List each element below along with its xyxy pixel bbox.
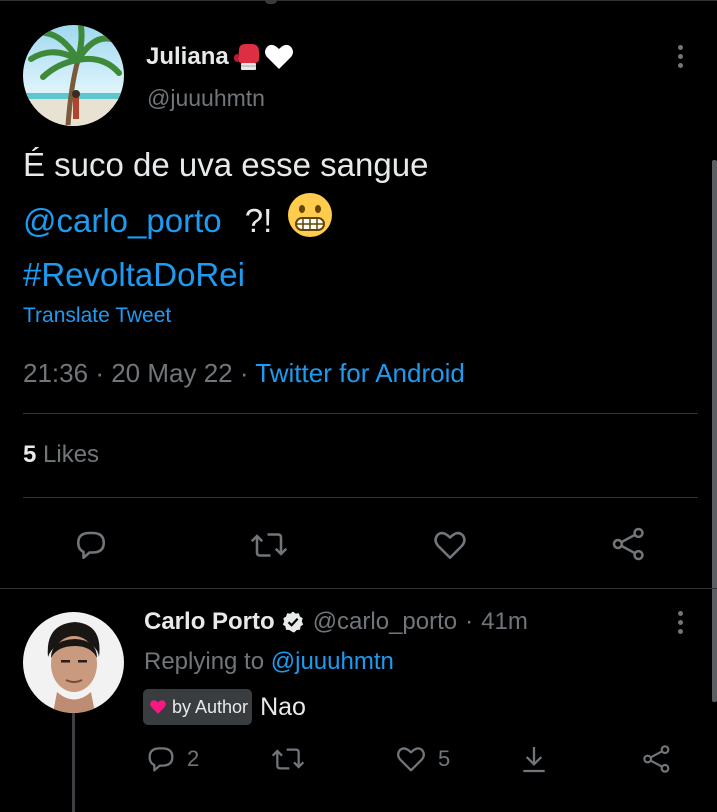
reply-author-name: Carlo Porto (144, 608, 275, 635)
verified-badge-icon (282, 611, 303, 633)
tweet-punct: ?! (244, 202, 273, 239)
tweet-line-1: É suco de uva esse sangue (23, 146, 429, 183)
reply-like-button[interactable]: 5 (394, 743, 450, 775)
scrollbar[interactable] (712, 160, 717, 702)
tweet-line-2: @carlo_porto ?! (23, 192, 428, 248)
likes-number: 5 (23, 441, 37, 468)
heart-outline-icon (397, 747, 425, 772)
meta-separator: · (239, 358, 249, 388)
tweet-text: É suco de uva esse sangue @carlo_porto ?… (23, 138, 428, 302)
grimacing-face-icon (288, 193, 333, 237)
author-name-text: Juliana (146, 43, 229, 70)
reply-like-count: 5 (438, 746, 451, 771)
reply-age: 41m (481, 608, 528, 635)
reply-bookmark-button[interactable] (518, 743, 550, 775)
more-options-icon[interactable] (678, 45, 684, 72)
download-arrow-icon (523, 747, 545, 773)
author-handle[interactable]: @juuuhmtn (147, 85, 265, 112)
reply-share-button[interactable] (641, 743, 673, 775)
likes-count[interactable]: 5 Likes (23, 441, 99, 469)
by-author-badge: by Author (143, 689, 253, 725)
thread-line (72, 713, 75, 812)
reply-separator: · (465, 608, 474, 635)
meta-separator: · (95, 358, 104, 388)
share-icon (643, 745, 670, 773)
reply-icon (148, 747, 174, 772)
pull-indicator (265, 0, 277, 4)
reply-icon (76, 531, 106, 560)
by-author-label: by Author (172, 696, 249, 717)
tweet-meta: 21:36 · 20 May 22 · Twitter for Android (23, 358, 465, 389)
mention-link[interactable]: @carlo_porto (23, 202, 222, 239)
reply-button[interactable] (73, 527, 109, 563)
pink-heart-icon (150, 700, 166, 714)
replying-to-link[interactable]: @juuuhmtn (271, 648, 394, 675)
reply-text: Nao (260, 692, 306, 721)
boxing-glove-icon (233, 44, 259, 70)
reply-author-row[interactable]: Carlo Porto @carlo_porto · 41m (144, 608, 528, 636)
reply-content-row: by Author Nao (143, 689, 306, 725)
replying-prefix: Replying to (144, 648, 265, 675)
like-button[interactable] (431, 527, 469, 563)
likes-label: Likes (43, 441, 100, 468)
reply-reply-button[interactable]: 2 (145, 743, 199, 775)
heart-outline-icon (434, 531, 466, 560)
replying-to: Replying to @juuuhmtn (144, 648, 394, 676)
share-icon (612, 527, 644, 561)
share-button[interactable] (610, 525, 648, 563)
retweet-icon (250, 533, 288, 557)
author-avatar[interactable] (23, 25, 124, 126)
hashtag-link[interactable]: #RevoltaDoRei (23, 248, 428, 302)
white-heart-icon (264, 44, 293, 69)
reply-author-handle: @carlo_porto (312, 608, 458, 635)
translate-tweet-link[interactable]: Translate Tweet (23, 304, 171, 328)
reply-count: 2 (187, 746, 200, 771)
reply-more-options-icon[interactable] (678, 611, 684, 638)
divider (23, 497, 698, 498)
tweet-source-link[interactable]: Twitter for Android (255, 358, 465, 388)
tweet-date: 20 May 22 (111, 358, 233, 388)
divider (0, 588, 717, 589)
retweet-button[interactable] (249, 527, 289, 563)
retweet-icon (271, 748, 305, 770)
top-border (0, 0, 717, 1)
reply-author-avatar[interactable] (23, 612, 124, 713)
reply-retweet-button[interactable] (270, 743, 306, 775)
author-name[interactable]: Juliana (146, 42, 294, 72)
divider (23, 413, 698, 414)
tweet-time: 21:36 (23, 358, 89, 388)
